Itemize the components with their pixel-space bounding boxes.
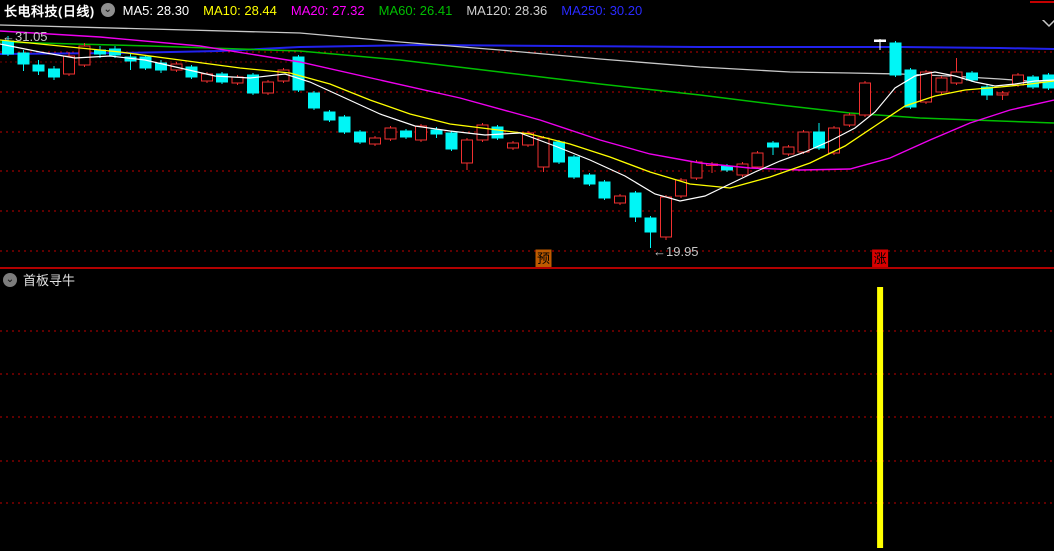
ma5-label: MA5: 28.30	[122, 2, 190, 18]
indicator-gridlines	[0, 330, 1054, 504]
candle-body	[491, 126, 504, 139]
ma20-label: MA20: 27.32	[290, 2, 365, 18]
candle-body	[598, 181, 611, 199]
candle-body	[461, 139, 473, 164]
candle-body	[797, 131, 810, 153]
candle-body	[644, 217, 657, 233]
indicator-name: 首板寻牛	[23, 273, 76, 288]
candle-body	[629, 192, 642, 218]
candle-body	[965, 72, 978, 81]
candle-body	[935, 77, 948, 93]
title-dropdown-icon[interactable]: ⌄	[100, 3, 115, 17]
top-right-tick	[1030, 1, 1054, 3]
candle-body	[384, 127, 397, 140]
candle-body	[430, 129, 443, 135]
candle-body	[369, 137, 382, 145]
candle-body	[858, 82, 871, 116]
ma60-label: MA60: 26.41	[378, 2, 453, 18]
candle-body	[767, 142, 779, 148]
candle-body	[32, 64, 45, 72]
candle-body	[399, 130, 412, 138]
indicator-chart[interactable]	[0, 269, 1054, 551]
candle-body	[904, 69, 917, 108]
chart-title-bar: 长电科技(日线) ⌄ MA5: 28.30 MA10: 28.44 MA20: …	[0, 0, 1054, 20]
high-price-label: ←31.05	[2, 29, 48, 44]
signal-bar	[877, 287, 884, 548]
event-tag-text: 涨	[874, 251, 887, 266]
candle-body	[568, 156, 581, 178]
price-gridlines	[0, 51, 1054, 252]
stock-title: 长电科技(日线)	[4, 3, 95, 19]
candle-body	[874, 39, 887, 43]
candle-body	[614, 195, 626, 204]
stock-app-window: 长电科技(日线) ⌄ MA5: 28.30 MA10: 28.44 MA20: …	[0, 0, 1054, 551]
indicator-dropdown-icon[interactable]: ⌄	[3, 272, 17, 287]
candle-body	[736, 163, 749, 176]
low-price-label: ←19.95	[653, 244, 699, 259]
candle-body	[216, 73, 229, 83]
candle-body	[552, 141, 565, 163]
candle-body	[751, 152, 764, 168]
candle-body	[889, 42, 902, 76]
candlestick-series	[2, 36, 1054, 248]
candle-body	[47, 68, 60, 78]
candle-body	[139, 56, 152, 69]
kline-chart[interactable]: ←31.05 ←19.95 预 涨	[0, 20, 1054, 267]
ma120-label: MA120: 28.36	[466, 2, 548, 18]
candle-body	[690, 161, 703, 179]
event-tag-text: 预	[537, 251, 550, 266]
corner-diamond-icon	[1041, 20, 1054, 28]
indicator-header: ⌄ 首板寻牛	[3, 270, 75, 289]
candle-body	[506, 142, 519, 149]
candle-body	[63, 55, 76, 75]
candle-body	[415, 125, 428, 141]
candle-body	[445, 132, 458, 150]
candle-body	[323, 111, 336, 121]
candle-body	[353, 131, 366, 143]
candle-body	[782, 146, 795, 155]
candle-body	[996, 92, 1009, 96]
candle-body	[583, 174, 596, 185]
candle-body	[308, 92, 320, 109]
candle-body	[262, 81, 275, 94]
ma10-label: MA10: 28.44	[203, 2, 277, 18]
candle-body	[17, 52, 30, 65]
candle-body	[659, 196, 672, 238]
ma250-label: MA250: 30.20	[561, 2, 643, 18]
candle-body	[843, 114, 856, 126]
candle-body	[338, 116, 351, 133]
